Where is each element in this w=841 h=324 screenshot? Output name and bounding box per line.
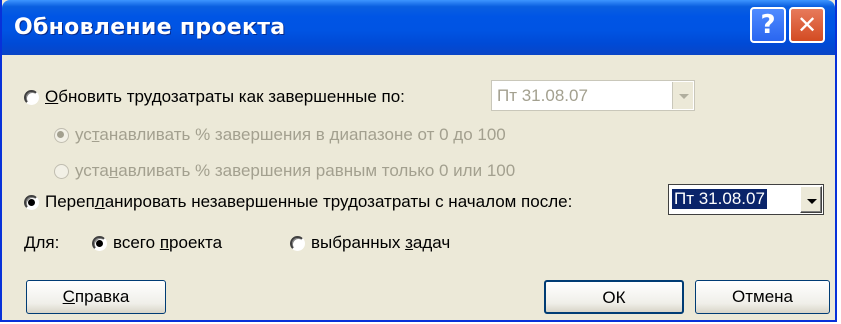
- reschedule-date-combo[interactable]: Пт 31.08.07: [668, 184, 824, 215]
- radio-sub-range-indicator: [54, 128, 69, 144]
- label-part: Переп: [45, 192, 95, 211]
- chevron-down-icon[interactable]: [800, 186, 822, 213]
- radio-update-work-indicator[interactable]: [24, 90, 39, 106]
- access-key: н: [108, 161, 119, 180]
- label-part: выбранных: [311, 233, 406, 252]
- label-part: бновить трудозатраты как завершенные по:: [58, 87, 405, 106]
- radio-sub-range-label: устанавливать % завершения в диапазоне о…: [75, 125, 506, 144]
- chevron-down-icon: [672, 82, 693, 109]
- update-project-dialog: Обновление проекта ? ✕ Обновить трудозат…: [0, 0, 837, 322]
- radio-update-work[interactable]: Обновить трудозатраты как завершенные по…: [24, 87, 405, 107]
- cancel-button[interactable]: Отмена: [695, 280, 830, 314]
- help-icon[interactable]: ?: [750, 7, 786, 43]
- help-button-label: правка: [74, 287, 130, 306]
- label-part: анировать незавершенные трудозатраты с н…: [104, 192, 573, 211]
- ok-button[interactable]: ОК: [544, 280, 684, 314]
- access-key: з: [405, 233, 413, 252]
- label-part: авливать % завершения равным только 0 ил…: [118, 161, 516, 180]
- radio-sub-range: устанавливать % завершения в диапазоне о…: [54, 125, 506, 145]
- label-part: анавливать % завершения в диапазоне от 0…: [99, 125, 506, 144]
- radio-sub-binary: устанавливать % завершения равным только…: [54, 161, 515, 181]
- title-bar[interactable]: Обновление проекта ? ✕: [2, 0, 835, 55]
- label-part: роекта: [169, 233, 223, 252]
- radio-selected-tasks[interactable]: выбранных задач: [290, 233, 450, 253]
- access-key: О: [45, 87, 59, 106]
- reschedule-date-value[interactable]: Пт 31.08.07: [671, 188, 768, 210]
- update-date-value: Пт 31.08.07: [497, 86, 588, 105]
- radio-sub-binary-indicator: [54, 164, 69, 180]
- label-part: всего: [113, 233, 160, 252]
- access-key: п: [159, 233, 170, 252]
- update-date-combo: Пт 31.08.07: [491, 80, 695, 111]
- radio-update-work-label: Обновить трудозатраты как завершенные по…: [45, 87, 405, 106]
- radio-sub-binary-label: устанавливать % завершения равным только…: [75, 161, 515, 180]
- radio-selected-tasks-label: выбранных задач: [311, 233, 450, 252]
- radio-reschedule-label: Перепланировать незавершенные трудозатра…: [45, 192, 572, 211]
- help-button[interactable]: Справка: [26, 280, 166, 314]
- radio-whole-project-label: всего проекта: [113, 233, 222, 252]
- radio-selected-tasks-indicator[interactable]: [290, 236, 305, 252]
- label-part: адач: [412, 233, 451, 252]
- access-key: л: [94, 192, 105, 211]
- label-part: уста: [75, 161, 109, 180]
- access-key: С: [62, 287, 75, 306]
- close-icon[interactable]: ✕: [789, 7, 825, 43]
- label-part: ус: [75, 125, 92, 144]
- radio-reschedule[interactable]: Перепланировать незавершенные трудозатра…: [24, 192, 572, 212]
- radio-whole-project[interactable]: всего проекта: [92, 233, 222, 253]
- dialog-title: Обновление проекта: [14, 15, 286, 40]
- radio-whole-project-indicator[interactable]: [92, 236, 107, 252]
- scope-label: Для:: [24, 233, 60, 252]
- radio-reschedule-indicator[interactable]: [24, 195, 39, 211]
